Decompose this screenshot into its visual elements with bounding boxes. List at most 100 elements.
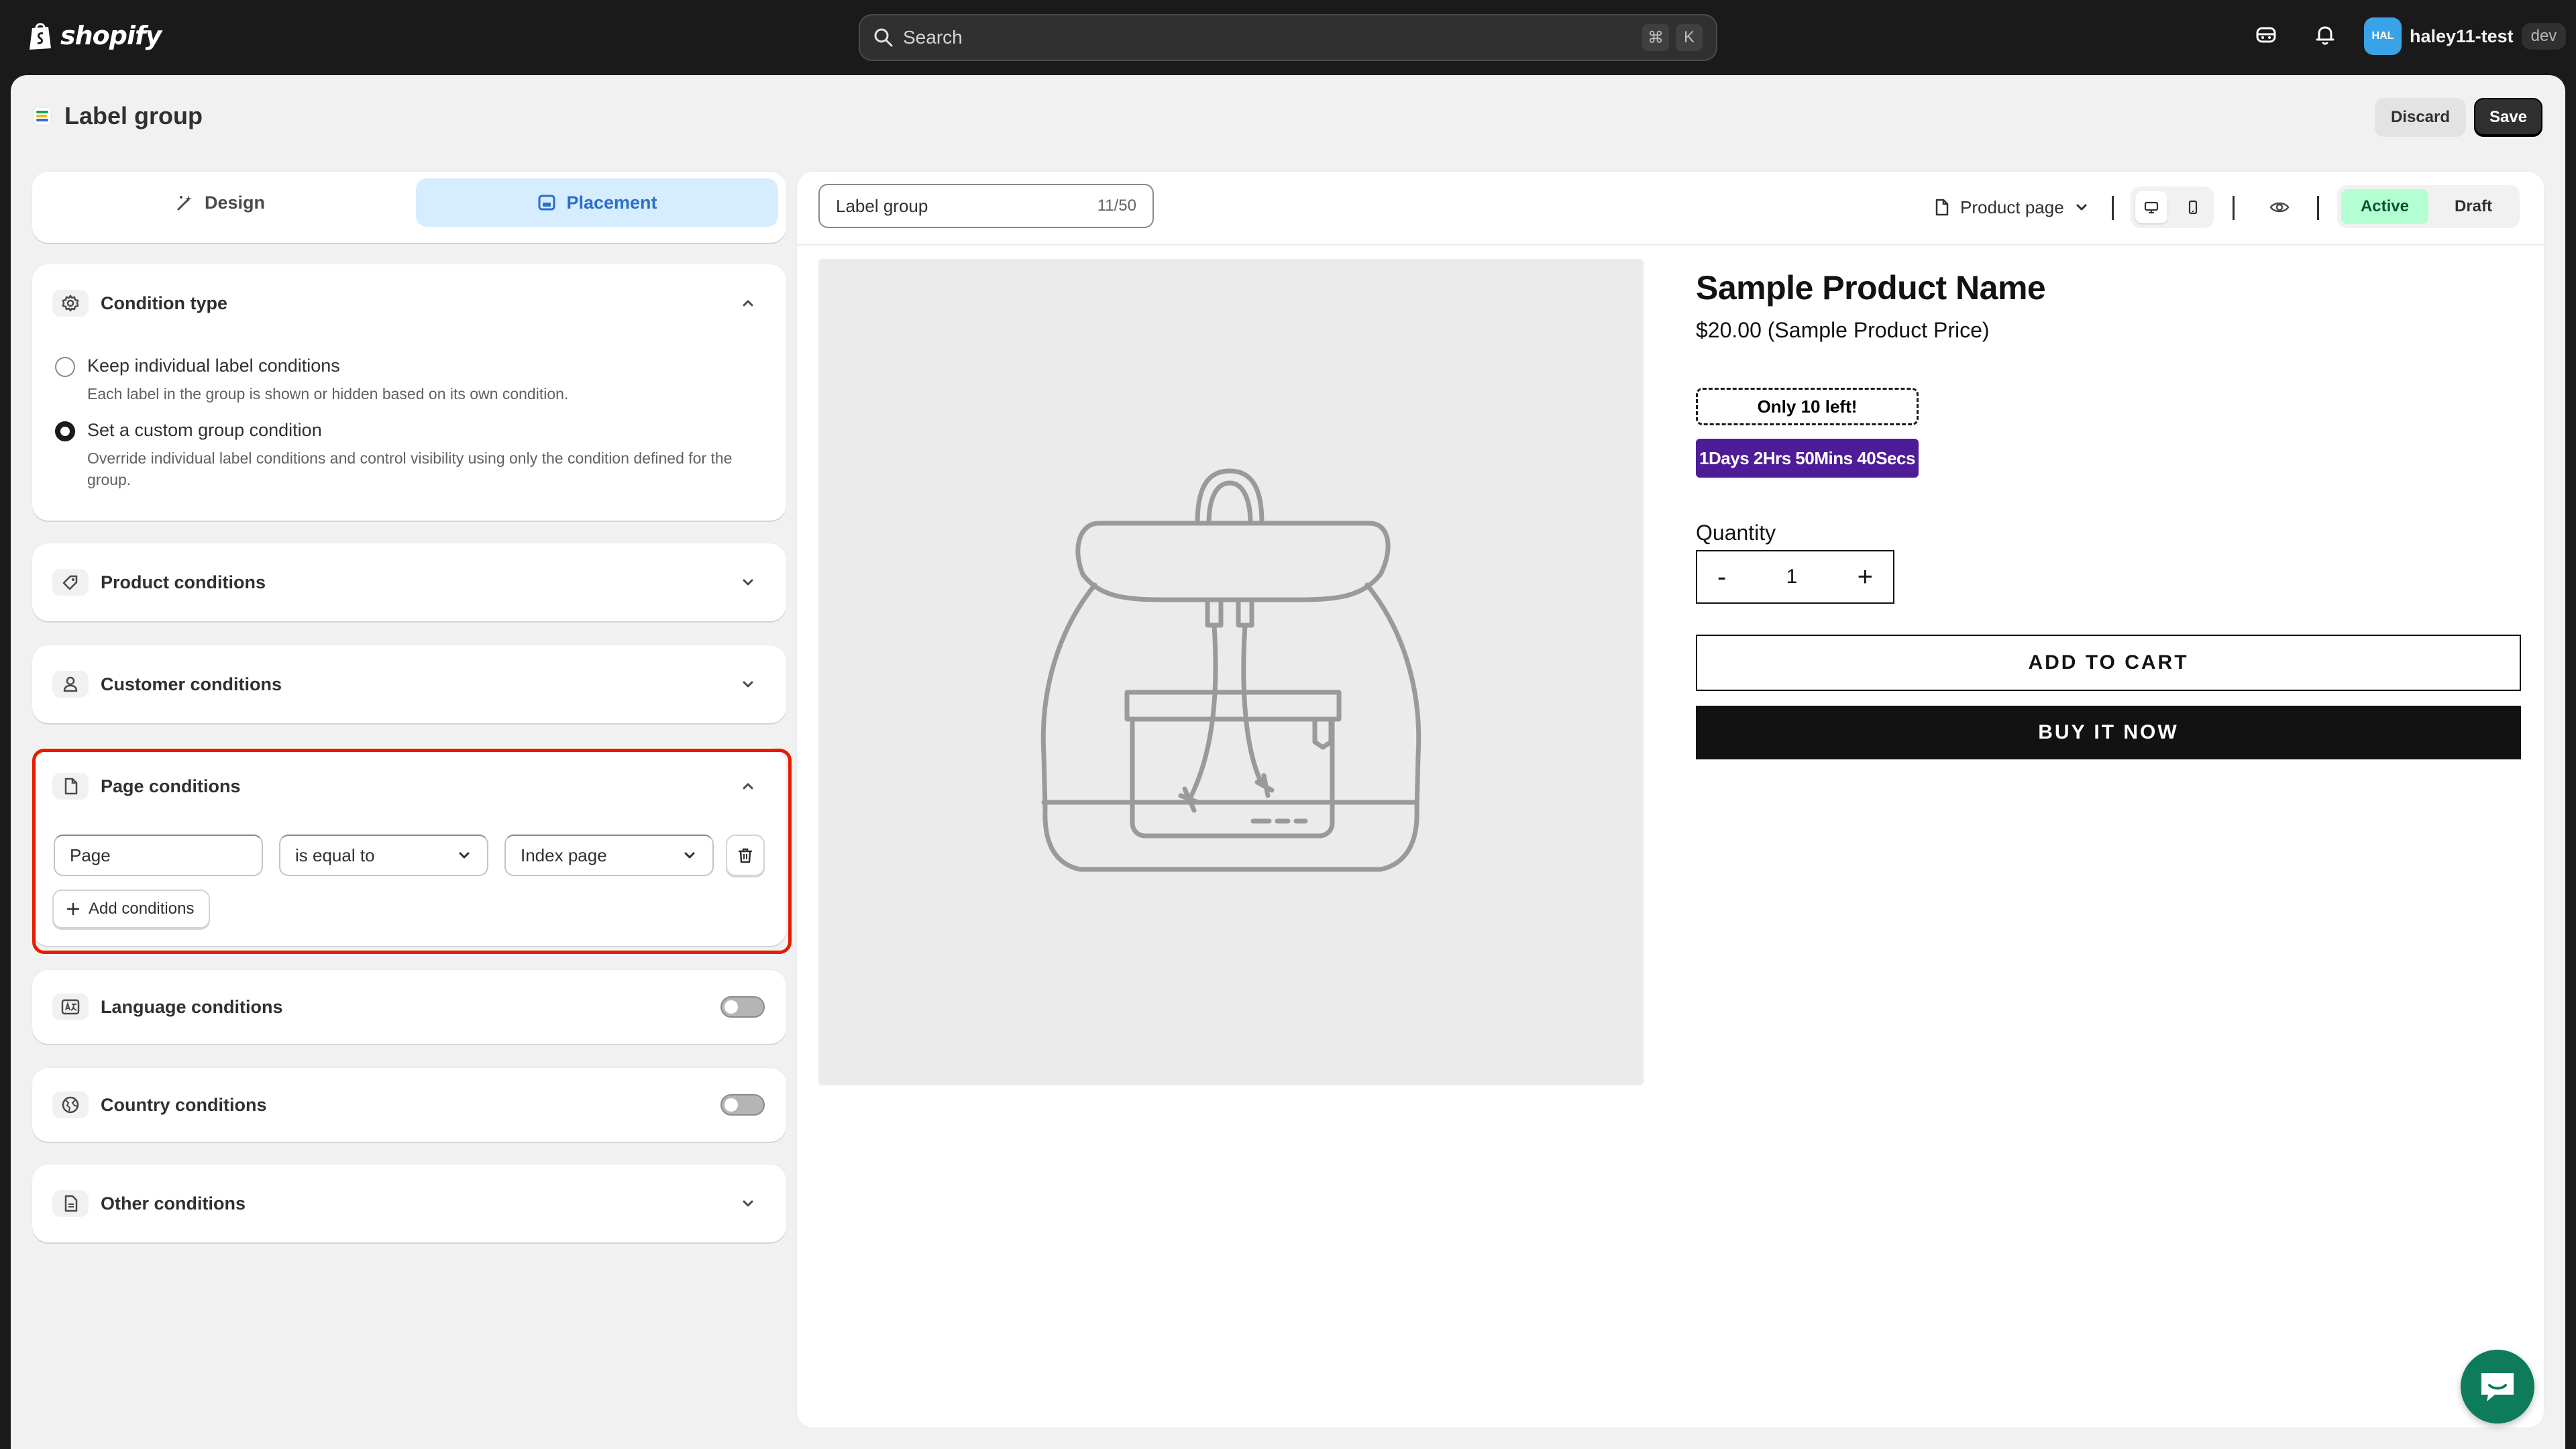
sidekick-button[interactable] — [2254, 23, 2278, 47]
page-selector[interactable]: Product page — [1932, 186, 2090, 228]
editor-tabs: Design Placement — [32, 172, 786, 243]
other-conditions-card[interactable]: Other conditions — [32, 1165, 786, 1242]
option-individual[interactable]: Keep individual label conditions Each la… — [55, 356, 765, 405]
chat-icon — [2481, 1373, 2514, 1401]
app-frame: Label group Discard Save Design Placemen… — [11, 75, 2565, 1449]
account-menu[interactable]: HAL haley11-test dev — [2364, 17, 2567, 55]
top-bar: shopify Search ⌘ K HAL haley11-test dev — [0, 0, 2576, 75]
app-logo-icon — [33, 107, 52, 125]
desktop-view-button[interactable] — [2135, 191, 2167, 223]
globe-icon — [52, 1091, 89, 1118]
preview-panel: Label group 11/50 Product page Active Dr… — [797, 172, 2544, 1428]
chevron-down-icon[interactable] — [739, 1195, 757, 1212]
search-bar[interactable]: Search ⌘ K — [859, 14, 1717, 61]
option-custom-help: Override individual label conditions and… — [87, 449, 733, 488]
product-conditions-title: Product conditions — [101, 572, 266, 592]
search-shortcut: ⌘ K — [1642, 24, 1703, 51]
status-draft-button[interactable]: Draft — [2431, 189, 2516, 224]
device-toggle — [2131, 186, 2214, 228]
customer-conditions-header: Customer conditions — [52, 645, 282, 723]
country-conditions-title: Country conditions — [101, 1094, 267, 1115]
avatar: HAL — [2364, 17, 2402, 55]
chevron-up-icon[interactable] — [739, 777, 757, 795]
condition-type-title: Condition type — [101, 292, 227, 313]
language-conditions-header: Language conditions — [52, 970, 283, 1044]
option-custom[interactable]: Set a custom group condition Override in… — [55, 420, 765, 490]
add-conditions-label: Add conditions — [89, 900, 195, 918]
language-conditions-card: Language conditions — [32, 970, 786, 1044]
page-conditions-title: Page conditions — [101, 775, 241, 796]
language-conditions-toggle[interactable] — [720, 996, 765, 1018]
operator-value: is equal to — [295, 845, 375, 865]
quantity-label: Quantity — [1696, 521, 1776, 545]
chevron-down-icon — [684, 852, 695, 859]
group-name-value: Label group — [836, 195, 928, 216]
preview-visibility-button[interactable] — [2269, 197, 2290, 217]
page-field-input[interactable]: Page — [54, 835, 263, 876]
country-conditions-card: Country conditions — [32, 1068, 786, 1142]
gear-icon — [52, 290, 89, 317]
notifications-button[interactable] — [2313, 23, 2337, 47]
tab-design-label: Design — [204, 192, 266, 213]
file-icon — [52, 1190, 89, 1217]
page-value-select[interactable]: Index page — [504, 835, 714, 876]
option-custom-label: Set a custom group condition — [87, 420, 322, 440]
buy-now-button[interactable]: BUY IT NOW — [1696, 706, 2521, 759]
bell-icon — [2316, 26, 2334, 45]
option-individual-label: Keep individual label conditions — [87, 356, 340, 376]
shopify-logo[interactable]: shopify — [27, 20, 162, 51]
operator-select[interactable]: is equal to — [279, 835, 488, 876]
add-to-cart-button[interactable]: ADD TO CART — [1696, 635, 2521, 691]
customer-conditions-title: Customer conditions — [101, 674, 282, 694]
page-conditions-card: Page conditions Page is equal to Index p… — [32, 747, 786, 946]
status-active-button[interactable]: Active — [2341, 189, 2428, 224]
desktop-icon — [2144, 201, 2159, 214]
quantity-decrease-button[interactable]: - — [1717, 562, 1726, 592]
quantity-value[interactable]: 1 — [1786, 566, 1798, 588]
page-value: Index page — [521, 845, 607, 865]
mobile-view-button[interactable] — [2177, 191, 2209, 223]
tab-design[interactable]: Design — [39, 178, 401, 227]
chat-support-button[interactable] — [2461, 1350, 2534, 1424]
tab-placement[interactable]: Placement — [416, 178, 778, 227]
page-icon — [1935, 199, 1949, 216]
page-title-text: Label group — [64, 102, 203, 129]
stock-label-badge: Only 10 left! — [1696, 388, 1919, 425]
tag-icon — [52, 569, 89, 596]
chevron-up-icon[interactable] — [739, 294, 757, 312]
quantity-increase-button[interactable]: + — [1858, 562, 1873, 592]
store-name: haley11-test — [2410, 25, 2514, 46]
page-field-value: Page — [70, 845, 111, 865]
chevron-down-icon — [2076, 204, 2087, 211]
save-button[interactable]: Save — [2474, 98, 2542, 137]
page-icon — [52, 773, 89, 800]
shortcut-key-k: K — [1676, 24, 1703, 51]
product-conditions-header: Product conditions — [52, 543, 266, 621]
add-conditions-button[interactable]: Add conditions — [52, 890, 211, 928]
sidekick-icon — [2256, 27, 2276, 43]
product-conditions-card[interactable]: Product conditions — [32, 543, 786, 621]
search-icon — [874, 28, 893, 47]
discard-button[interactable]: Discard — [2375, 98, 2466, 137]
condition-type-header[interactable]: Condition type — [52, 264, 227, 342]
toolbar-divider — [2233, 196, 2235, 220]
radio-custom[interactable] — [55, 421, 75, 441]
chevron-down-icon[interactable] — [739, 574, 757, 591]
shopify-bag-icon — [30, 23, 51, 50]
other-conditions-title: Other conditions — [101, 1193, 246, 1214]
mobile-icon — [2188, 200, 2198, 215]
delete-condition-button[interactable] — [726, 835, 765, 876]
group-name-input[interactable]: Label group 11/50 — [818, 184, 1154, 228]
option-individual-help: Each label in the group is shown or hidd… — [87, 385, 569, 402]
page-conditions-header[interactable]: Page conditions — [52, 747, 241, 825]
country-conditions-toggle[interactable] — [720, 1094, 765, 1116]
tab-placement-label: Placement — [566, 192, 657, 213]
page-header: Label group Discard Save — [11, 75, 2565, 156]
radio-individual[interactable] — [55, 357, 75, 377]
search-placeholder: Search — [903, 27, 963, 48]
page-selector-label: Product page — [1960, 197, 2064, 217]
customer-conditions-card[interactable]: Customer conditions — [32, 645, 786, 723]
plus-icon — [66, 902, 80, 916]
countdown-label-badge: 1Days 2Hrs 50Mins 40Secs — [1696, 439, 1919, 478]
chevron-down-icon[interactable] — [739, 676, 757, 693]
